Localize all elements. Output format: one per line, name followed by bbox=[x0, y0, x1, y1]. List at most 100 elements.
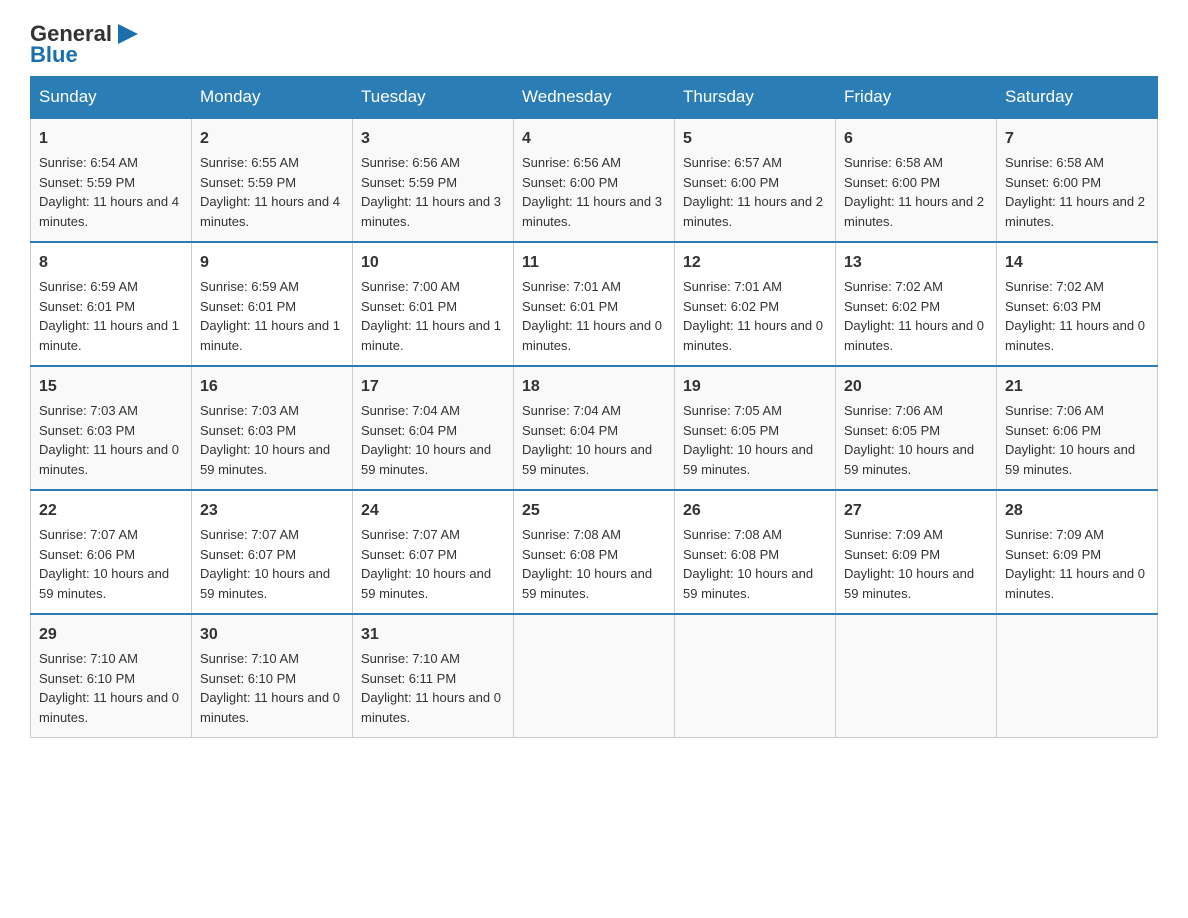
sunset-text: Sunset: 5:59 PM bbox=[361, 175, 457, 190]
calendar-cell: 24Sunrise: 7:07 AMSunset: 6:07 PMDayligh… bbox=[353, 490, 514, 614]
day-number: 15 bbox=[39, 375, 183, 399]
day-number: 19 bbox=[683, 375, 827, 399]
sunrise-text: Sunrise: 6:55 AM bbox=[200, 155, 299, 170]
day-number: 2 bbox=[200, 127, 344, 151]
sunrise-text: Sunrise: 7:01 AM bbox=[683, 279, 782, 294]
daylight-text: Daylight: 11 hours and 0 minutes. bbox=[683, 318, 823, 353]
daylight-text: Daylight: 10 hours and 59 minutes. bbox=[844, 442, 974, 477]
calendar-table: SundayMondayTuesdayWednesdayThursdayFrid… bbox=[30, 76, 1158, 738]
calendar-cell: 28Sunrise: 7:09 AMSunset: 6:09 PMDayligh… bbox=[997, 490, 1158, 614]
week-row-4: 22Sunrise: 7:07 AMSunset: 6:06 PMDayligh… bbox=[31, 490, 1158, 614]
sunset-text: Sunset: 6:05 PM bbox=[844, 423, 940, 438]
daylight-text: Daylight: 11 hours and 0 minutes. bbox=[1005, 566, 1145, 601]
day-number: 18 bbox=[522, 375, 666, 399]
week-row-1: 1 Sunrise: 6:54 AM Sunset: 5:59 PM Daylight… bbox=[31, 118, 1158, 242]
calendar-cell: 29Sunrise: 7:10 AMSunset: 6:10 PMDayligh… bbox=[31, 614, 192, 738]
sunrise-text: Sunrise: 7:03 AM bbox=[200, 403, 299, 418]
week-row-5: 29Sunrise: 7:10 AMSunset: 6:10 PMDayligh… bbox=[31, 614, 1158, 738]
day-number: 16 bbox=[200, 375, 344, 399]
calendar-cell: 6Sunrise: 6:58 AMSunset: 6:00 PMDaylight… bbox=[836, 118, 997, 242]
header-wednesday: Wednesday bbox=[514, 77, 675, 119]
daylight-text: Daylight: 11 hours and 0 minutes. bbox=[39, 690, 179, 725]
daylight-text: Daylight: 10 hours and 59 minutes. bbox=[361, 566, 491, 601]
day-number: 23 bbox=[200, 499, 344, 523]
day-number: 24 bbox=[361, 499, 505, 523]
calendar-cell: 18Sunrise: 7:04 AMSunset: 6:04 PMDayligh… bbox=[514, 366, 675, 490]
daylight-text: Daylight: 10 hours and 59 minutes. bbox=[683, 442, 813, 477]
sunset-text: Sunset: 5:59 PM bbox=[200, 175, 296, 190]
calendar-cell: 5Sunrise: 6:57 AMSunset: 6:00 PMDaylight… bbox=[675, 118, 836, 242]
daylight-text: Daylight: 10 hours and 59 minutes. bbox=[522, 442, 652, 477]
calendar-cell: 8Sunrise: 6:59 AMSunset: 6:01 PMDaylight… bbox=[31, 242, 192, 366]
day-number: 14 bbox=[1005, 251, 1149, 275]
header-thursday: Thursday bbox=[675, 77, 836, 119]
daylight-text: Daylight: 11 hours and 3 minutes. bbox=[522, 194, 662, 229]
calendar-cell: 15Sunrise: 7:03 AMSunset: 6:03 PMDayligh… bbox=[31, 366, 192, 490]
day-number: 11 bbox=[522, 251, 666, 275]
week-row-2: 8Sunrise: 6:59 AMSunset: 6:01 PMDaylight… bbox=[31, 242, 1158, 366]
daylight-text: Daylight: 11 hours and 0 minutes. bbox=[1005, 318, 1145, 353]
sunset-text: Sunset: 6:11 PM bbox=[361, 671, 456, 686]
calendar-cell: 2Sunrise: 6:55 AMSunset: 5:59 PMDaylight… bbox=[192, 118, 353, 242]
sunset-text: Sunset: 6:01 PM bbox=[39, 299, 135, 314]
header-sunday: Sunday bbox=[31, 77, 192, 119]
day-number: 21 bbox=[1005, 375, 1149, 399]
sunrise-text: Sunrise: 6:56 AM bbox=[522, 155, 621, 170]
header-friday: Friday bbox=[836, 77, 997, 119]
day-number: 6 bbox=[844, 127, 988, 151]
daylight-text: Daylight: 11 hours and 1 minute. bbox=[39, 318, 179, 353]
sunrise-text: Sunrise: 6:58 AM bbox=[844, 155, 943, 170]
day-number: 10 bbox=[361, 251, 505, 275]
sunset-text: Sunset: 6:10 PM bbox=[200, 671, 296, 686]
daylight-text: Daylight: 11 hours and 2 minutes. bbox=[844, 194, 984, 229]
calendar-cell: 20 Sunrise: 7:06 AM Sunset: 6:05 PM Dayligh… bbox=[836, 366, 997, 490]
calendar-body: 1 Sunrise: 6:54 AM Sunset: 5:59 PM Daylight… bbox=[31, 118, 1158, 738]
sunset-text: Sunset: 6:01 PM bbox=[522, 299, 618, 314]
day-number: 4 bbox=[522, 127, 666, 151]
daylight-text: Daylight: 10 hours and 59 minutes. bbox=[39, 566, 169, 601]
sunrise-text: Sunrise: 6:58 AM bbox=[1005, 155, 1104, 170]
page-header: General Blue bbox=[30, 20, 1158, 66]
header-monday: Monday bbox=[192, 77, 353, 119]
day-number: 1 bbox=[39, 127, 183, 151]
day-number: 9 bbox=[200, 251, 344, 275]
sunrise-text: Sunrise: 7:07 AM bbox=[361, 527, 460, 542]
calendar-cell: 17Sunrise: 7:04 AMSunset: 6:04 PMDayligh… bbox=[353, 366, 514, 490]
calendar-cell: 21Sunrise: 7:06 AMSunset: 6:06 PMDayligh… bbox=[997, 366, 1158, 490]
calendar-cell: 31Sunrise: 7:10 AMSunset: 6:11 PMDayligh… bbox=[353, 614, 514, 738]
calendar-cell: 22Sunrise: 7:07 AMSunset: 6:06 PMDayligh… bbox=[31, 490, 192, 614]
sunset-text: Sunset: 6:01 PM bbox=[200, 299, 296, 314]
sunrise-text: Sunrise: 7:09 AM bbox=[844, 527, 943, 542]
sunrise-text: Sunrise: 7:06 AM bbox=[844, 403, 943, 418]
daylight-text: Daylight: 11 hours and 0 minutes. bbox=[522, 318, 662, 353]
day-number: 25 bbox=[522, 499, 666, 523]
sunrise-text: Sunrise: 7:07 AM bbox=[39, 527, 138, 542]
sunset-text: Sunset: 6:10 PM bbox=[39, 671, 135, 686]
calendar-cell: 4Sunrise: 6:56 AMSunset: 6:00 PMDaylight… bbox=[514, 118, 675, 242]
sunset-text: Sunset: 6:01 PM bbox=[361, 299, 457, 314]
calendar-cell bbox=[514, 614, 675, 738]
sunset-text: Sunset: 6:03 PM bbox=[39, 423, 135, 438]
calendar-cell: 23 Sunrise: 7:07 AM Sunset: 6:07 PM Dayligh… bbox=[192, 490, 353, 614]
sunset-text: Sunset: 6:05 PM bbox=[683, 423, 779, 438]
sunrise-text: Sunrise: 6:54 AM bbox=[39, 155, 138, 170]
sunrise-text: Sunrise: 7:05 AM bbox=[683, 403, 782, 418]
daylight-text: Daylight: 11 hours and 0 minutes. bbox=[39, 442, 179, 477]
sunset-text: Sunset: 6:07 PM bbox=[200, 547, 296, 562]
day-number: 7 bbox=[1005, 127, 1149, 151]
calendar-cell: 12Sunrise: 7:01 AMSunset: 6:02 PMDayligh… bbox=[675, 242, 836, 366]
sunset-text: Sunset: 6:04 PM bbox=[522, 423, 618, 438]
daylight-text: Daylight: 10 hours and 59 minutes. bbox=[200, 566, 330, 601]
day-number: 20 bbox=[844, 375, 988, 399]
sunrise-text: Sunrise: 7:02 AM bbox=[1005, 279, 1104, 294]
sunrise-text: Sunrise: 7:01 AM bbox=[522, 279, 621, 294]
sunset-text: Sunset: 6:08 PM bbox=[683, 547, 779, 562]
sunrise-text: Sunrise: 7:10 AM bbox=[39, 651, 138, 666]
calendar-cell: 11 Sunrise: 7:01 AM Sunset: 6:01 PM Dayligh… bbox=[514, 242, 675, 366]
daylight-text: Daylight: 11 hours and 1 minute. bbox=[200, 318, 340, 353]
logo-triangle-icon bbox=[114, 20, 142, 48]
daylight-text: Daylight: 11 hours and 0 minutes. bbox=[361, 690, 501, 725]
sunrise-text: Sunrise: 7:06 AM bbox=[1005, 403, 1104, 418]
sunrise-text: Sunrise: 7:08 AM bbox=[683, 527, 782, 542]
sunrise-text: Sunrise: 7:07 AM bbox=[200, 527, 299, 542]
